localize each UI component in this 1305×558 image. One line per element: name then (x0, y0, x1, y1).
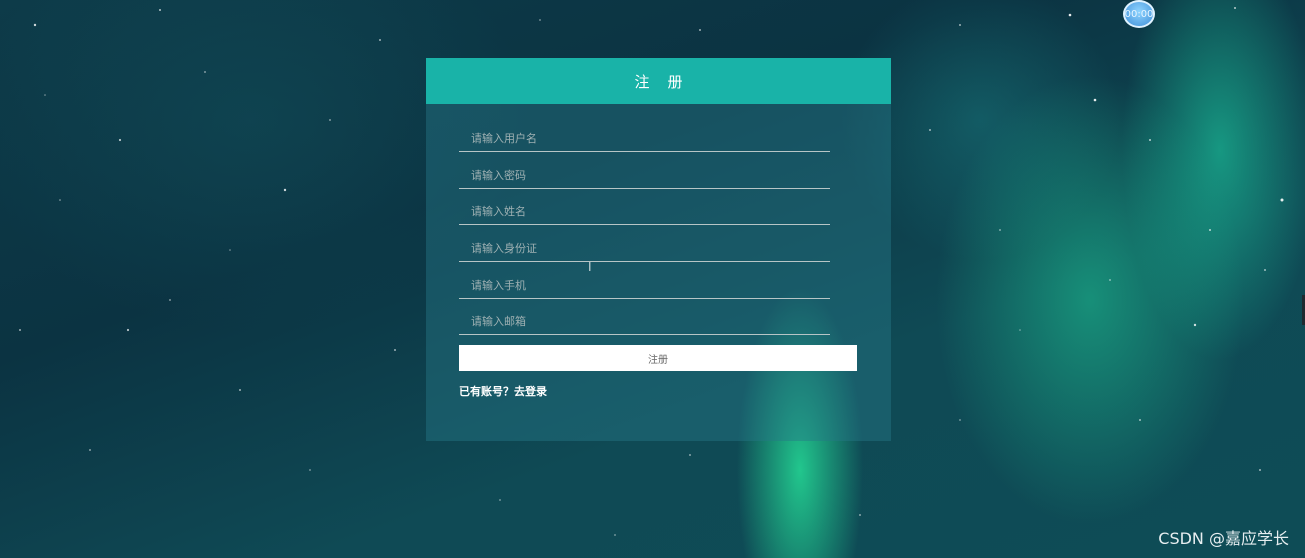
password-field[interactable] (459, 163, 830, 189)
timer-text: 00:00 (1124, 8, 1154, 20)
real-name-input[interactable] (459, 199, 830, 224)
phone-field[interactable] (459, 273, 830, 299)
register-title: 注册 (634, 72, 701, 91)
go-to-login-link[interactable]: 已有账号？去登录 (459, 383, 547, 399)
text-cursor-icon: I (588, 260, 592, 274)
recording-timer-badge[interactable]: 00:00 (1123, 0, 1155, 28)
phone-input[interactable] (459, 273, 830, 298)
email-input[interactable] (459, 309, 830, 334)
email-field[interactable] (459, 309, 830, 335)
register-header: 注册 (426, 58, 891, 104)
username-field[interactable] (459, 126, 830, 152)
real-name-field[interactable] (459, 199, 830, 225)
register-button[interactable]: 注册 (459, 345, 857, 371)
password-input[interactable] (459, 163, 830, 188)
username-input[interactable] (459, 126, 830, 151)
id-card-input[interactable] (459, 236, 830, 261)
register-panel: 注册 注册 已有账号？去登录 (426, 58, 891, 441)
id-card-field[interactable] (459, 236, 830, 262)
watermark: CSDN @嘉应学长 (1158, 529, 1289, 548)
